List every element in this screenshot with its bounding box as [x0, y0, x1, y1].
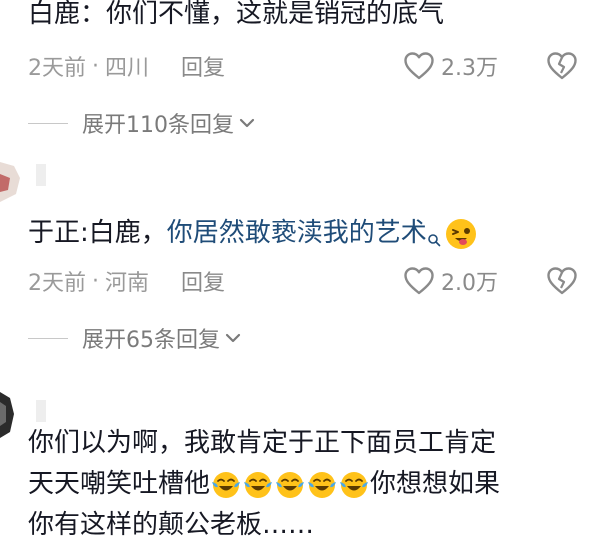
laugh-cry-emoji-icon: [275, 470, 305, 500]
avatar-edge: [36, 164, 46, 186]
avatar[interactable]: [0, 392, 16, 438]
comment-1-expand-label: 展开110条回复: [82, 113, 234, 138]
search-icon[interactable]: [427, 219, 441, 259]
comment-1-meta: 2天前 · 四川 回复 2.3万: [28, 48, 578, 84]
comment-2-expand-replies[interactable]: 展开65条回复: [28, 322, 242, 354]
comment-1-like-count: 2.3万: [441, 56, 498, 81]
comment-3-line-1: 你们以为啊，我敢肯定于正下面员工肯定: [28, 428, 497, 458]
comment-2-expand-label: 展开65条回复: [82, 328, 220, 353]
avatar-edge: [36, 400, 46, 422]
avatar[interactable]: [0, 162, 22, 202]
heart-icon: [404, 267, 434, 295]
laugh-cry-emoji-icon: [243, 470, 273, 500]
comment-1-time: 2天前: [28, 56, 86, 81]
comment-2-reply-button[interactable]: 回复: [181, 265, 225, 297]
laugh-cry-emoji-icon: [339, 470, 369, 500]
wink-emoji-icon: [445, 218, 477, 250]
comment-2-meta: 2天前 · 河南 回复 2.0万: [28, 263, 578, 299]
comment-2-like-button[interactable]: 2.0万: [403, 265, 498, 297]
comment-3-line-2-prefix: 天天嘲笑吐槽他: [28, 469, 211, 499]
chevron-down-icon: [238, 117, 256, 129]
comment-3-line-3: 你有这样的颠公老板……: [28, 510, 315, 540]
comment-2-sep: ·: [92, 268, 99, 294]
chevron-down-icon: [224, 332, 242, 344]
laugh-cry-emoji-row: [210, 469, 370, 499]
expand-divider: [28, 337, 68, 339]
comment-1-dislike-button[interactable]: [546, 51, 578, 81]
comment-2-dislike-button[interactable]: [546, 266, 578, 296]
comment-1-like-button[interactable]: 2.3万: [403, 50, 498, 82]
laugh-cry-emoji-icon: [211, 470, 241, 500]
comment-2-time: 2天前: [28, 271, 86, 296]
comment-2-location: 河南: [105, 271, 150, 296]
comment-1-sep: ·: [92, 53, 99, 79]
comment-1-location: 四川: [105, 56, 150, 81]
comment-2-search-link[interactable]: 你居然敢亵渎我的艺术: [167, 218, 427, 248]
comment-2-like-count: 2.0万: [441, 271, 498, 296]
comment-1-text: 白鹿：你们不懂，这就是销冠的底气: [28, 0, 445, 29]
broken-heart-icon: [547, 52, 577, 80]
laugh-cry-emoji-icon: [307, 470, 337, 500]
expand-divider: [28, 122, 68, 124]
comment-1-expand-replies[interactable]: 展开110条回复: [28, 107, 256, 139]
broken-heart-icon: [547, 267, 577, 295]
heart-icon: [404, 52, 434, 80]
comment-2-author-prefix: 于正:白鹿，: [28, 218, 167, 248]
comment-3-line-2-suffix: 你想想如果: [370, 469, 501, 499]
comment-1-reply-button[interactable]: 回复: [181, 50, 225, 82]
comment-2-text: 于正:白鹿，你居然敢亵渎我的艺术: [28, 213, 478, 259]
comment-3-line-2: 天天嘲笑吐槽他 你想想如果: [28, 464, 500, 504]
